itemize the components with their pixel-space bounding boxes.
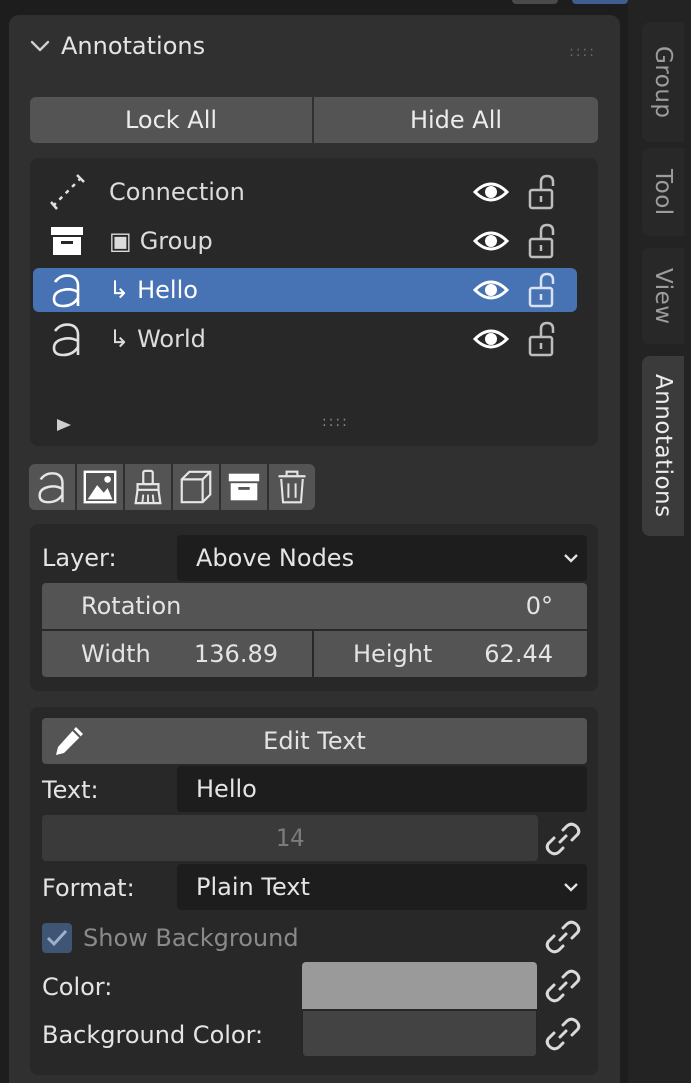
- archive-icon: [47, 221, 87, 261]
- unlock-icon[interactable]: [527, 223, 555, 259]
- unlock-icon[interactable]: [527, 174, 555, 210]
- format-label: Format:: [42, 874, 135, 902]
- text-input[interactable]: Hello: [177, 766, 587, 812]
- eye-icon[interactable]: [473, 225, 509, 257]
- layer-dropdown[interactable]: Above Nodes: [177, 535, 587, 581]
- checkmark-icon: [46, 929, 68, 947]
- height-field[interactable]: Height 62.44: [314, 631, 587, 677]
- color-label: Color:: [42, 973, 113, 1001]
- font-size-field[interactable]: 14: [42, 815, 538, 861]
- cube-icon: [180, 470, 212, 504]
- text-label: Text:: [42, 776, 99, 804]
- lock-all-button[interactable]: Lock All: [30, 97, 312, 143]
- show-background-label: Show Background: [83, 924, 299, 952]
- edit-text-button[interactable]: Edit Text: [42, 718, 587, 764]
- link-icon[interactable]: [543, 917, 583, 957]
- trash-icon: [278, 470, 306, 504]
- chevron-down-icon: [30, 40, 50, 52]
- width-field[interactable]: Width 136.89: [42, 631, 312, 677]
- link-icon[interactable]: [543, 966, 583, 1006]
- top-widget-stub: [572, 0, 628, 4]
- text-a-icon: [47, 270, 87, 310]
- eye-icon[interactable]: [473, 176, 509, 208]
- text-a-icon: [47, 319, 87, 359]
- list-item-label: Connection: [109, 178, 245, 206]
- list-item-selected[interactable]: ↳ Hello: [33, 268, 577, 312]
- expand-triangle-icon[interactable]: [56, 418, 72, 432]
- tab-tool[interactable]: Tool: [642, 148, 684, 236]
- pencil-icon: [56, 727, 83, 755]
- add-image-button[interactable]: [77, 464, 123, 510]
- tab-view[interactable]: View: [642, 248, 684, 344]
- child-arrow-icon: ↳: [109, 276, 130, 304]
- top-widget-stub: [512, 0, 558, 4]
- list-item-label: ▣ Group: [109, 227, 213, 255]
- delete-button[interactable]: [269, 464, 315, 510]
- add-text-button[interactable]: [29, 464, 75, 510]
- list-item-label: ↳ World: [109, 325, 206, 353]
- color-swatch[interactable]: [302, 962, 537, 1009]
- layer-label: Layer:: [42, 544, 117, 572]
- child-arrow-icon: ↳: [109, 325, 130, 353]
- brush-icon: [134, 469, 162, 505]
- format-dropdown[interactable]: Plain Text: [177, 864, 587, 910]
- list-item[interactable]: ↳ World: [33, 317, 577, 361]
- show-background-checkbox[interactable]: [42, 923, 72, 953]
- eye-icon[interactable]: [473, 323, 509, 355]
- tab-annotations[interactable]: Annotations: [642, 356, 684, 536]
- archive-icon: [228, 473, 260, 501]
- unlock-icon[interactable]: [527, 321, 555, 357]
- chevron-down-icon: [564, 554, 578, 563]
- chevron-down-icon: [564, 883, 578, 892]
- background-color-swatch[interactable]: [302, 1010, 537, 1057]
- list-resize-grip-icon[interactable]: ::::: [322, 414, 349, 430]
- panel-title: Annotations: [61, 32, 206, 60]
- hide-all-button[interactable]: Hide All: [314, 97, 598, 143]
- panel-header[interactable]: Annotations ::::: [9, 15, 620, 77]
- connection-icon: [47, 172, 87, 212]
- list-item-label: ↳ Hello: [109, 276, 198, 304]
- group-box-icon: ▣: [109, 227, 132, 255]
- link-icon[interactable]: [543, 819, 583, 859]
- drag-grip-icon[interactable]: ::::: [569, 44, 596, 60]
- background-color-label: Background Color:: [42, 1021, 264, 1049]
- text-a-icon: [38, 472, 64, 504]
- eye-icon[interactable]: [473, 274, 509, 306]
- add-group-button[interactable]: [221, 464, 267, 510]
- add-drawing-button[interactable]: [125, 464, 171, 510]
- rotation-field[interactable]: Rotation 0°: [42, 583, 587, 629]
- tab-group[interactable]: Group: [642, 22, 684, 142]
- list-item[interactable]: ▣ Group: [33, 219, 577, 263]
- add-frame-button[interactable]: [173, 464, 219, 510]
- list-item[interactable]: Connection: [33, 170, 577, 214]
- unlock-icon[interactable]: [527, 272, 555, 308]
- link-icon[interactable]: [543, 1014, 583, 1054]
- image-icon: [83, 470, 117, 504]
